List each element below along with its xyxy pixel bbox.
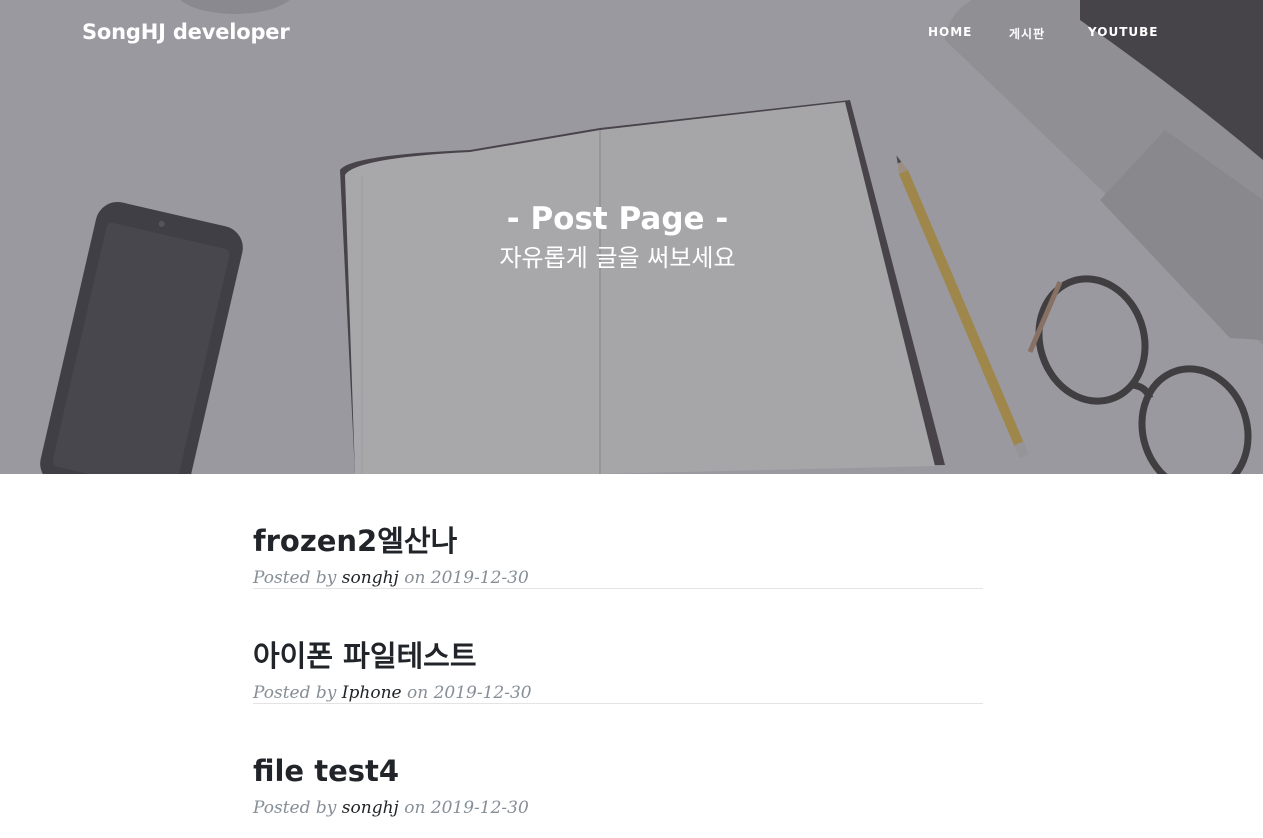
post-meta: Posted by songhj on 2019-12-30 bbox=[253, 568, 529, 588]
post-meta: Posted by songhj on 2019-12-30 bbox=[253, 798, 529, 818]
on-label: on bbox=[406, 683, 429, 703]
page: SongHJ developer HOME 게시판 YOUTUBE - Post… bbox=[0, 0, 1263, 838]
page-title: - Post Page - bbox=[506, 201, 729, 237]
post-date: 2019-12-30 bbox=[430, 568, 529, 588]
post-author-link[interactable]: Iphone bbox=[342, 683, 402, 703]
on-label: on bbox=[404, 568, 426, 588]
post-meta: Posted by Iphone on 2019-12-30 bbox=[253, 683, 532, 703]
post-title-link[interactable]: frozen2엘산나 bbox=[253, 522, 457, 560]
hero-heading: - Post Page - 자유롭게 글을 써보세요 bbox=[0, 198, 1235, 276]
post-title-link[interactable]: file test4 bbox=[253, 752, 399, 790]
hero-header: SongHJ developer HOME 게시판 YOUTUBE - Post… bbox=[0, 0, 1263, 474]
post-date: 2019-12-30 bbox=[430, 798, 529, 818]
post-list: frozen2엘산나 Posted by songhj on 2019-12-3… bbox=[253, 474, 983, 819]
post-title-link[interactable]: 아이폰 파일테스트 bbox=[253, 637, 477, 675]
post-author-link[interactable]: songhj bbox=[342, 568, 399, 588]
page-subtitle: 자유롭게 글을 써보세요 bbox=[499, 244, 736, 272]
top-navbar: SongHJ developer HOME 게시판 YOUTUBE bbox=[0, 0, 1263, 66]
post-author-link[interactable]: songhj bbox=[342, 798, 399, 818]
posted-by-label: Posted by bbox=[253, 683, 337, 703]
post-preview: file test4 Posted by songhj on 2019-12-3… bbox=[253, 704, 983, 819]
nav-item-youtube[interactable]: YOUTUBE bbox=[1088, 25, 1158, 39]
brand-link[interactable]: SongHJ developer bbox=[82, 20, 290, 44]
posted-by-label: Posted by bbox=[253, 568, 337, 588]
post-preview: frozen2엘산나 Posted by songhj on 2019-12-3… bbox=[253, 474, 983, 589]
nav-item-board[interactable]: 게시판 bbox=[1009, 25, 1045, 42]
post-date: 2019-12-30 bbox=[433, 683, 532, 703]
posted-by-label: Posted by bbox=[253, 798, 337, 818]
on-label: on bbox=[404, 798, 426, 818]
nav-item-home[interactable]: HOME bbox=[928, 25, 972, 39]
post-preview: 아이폰 파일테스트 Posted by Iphone on 2019-12-30 bbox=[253, 589, 983, 704]
